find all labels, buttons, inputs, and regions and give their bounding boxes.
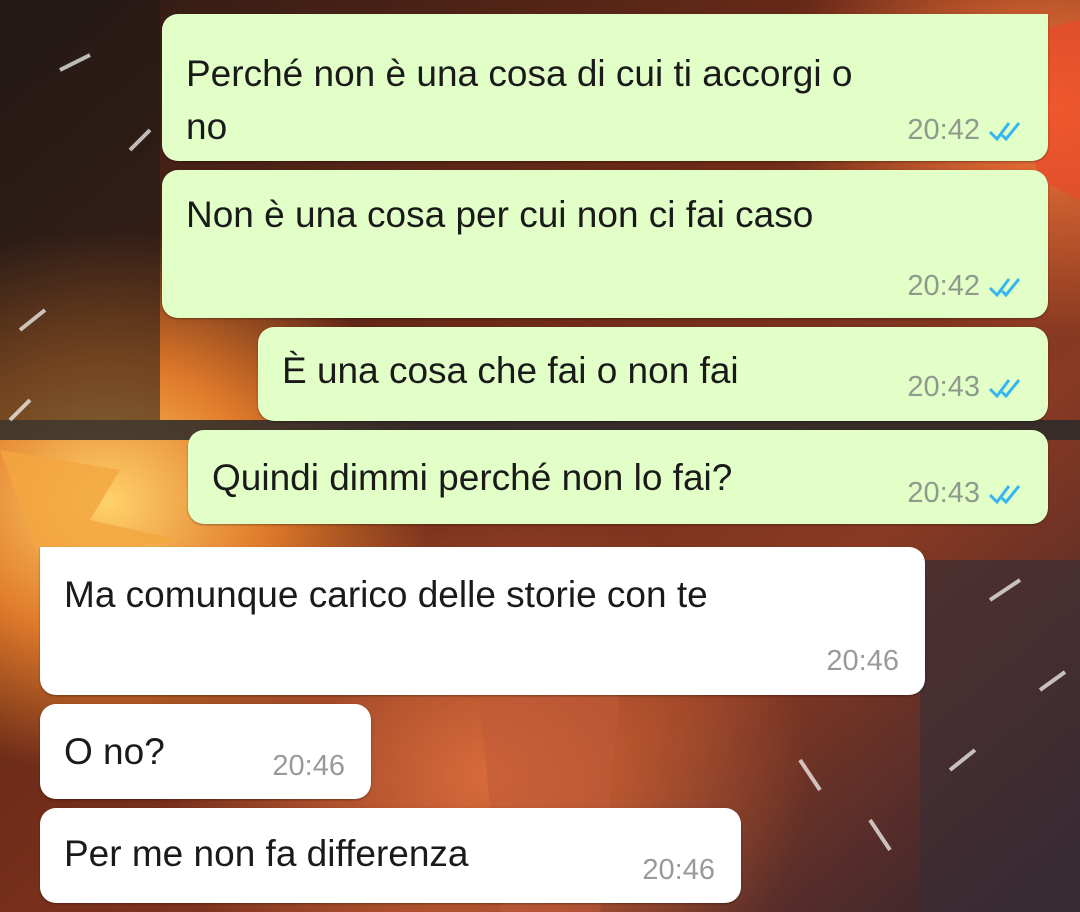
incoming-message-bubble[interactable]: Ma comunque carico delle storie con te 2… bbox=[40, 547, 925, 695]
message-meta: 20:46 bbox=[272, 750, 345, 783]
message-text-line: È una cosa che fai o non fai bbox=[282, 350, 739, 391]
read-double-check-icon bbox=[988, 377, 1022, 399]
message-text-line: Quindi dimmi perché non lo fai? bbox=[212, 457, 733, 498]
message-timestamp: 20:46 bbox=[826, 645, 899, 677]
message-text-line: Per me non fa differenza bbox=[64, 833, 469, 874]
message-text-line: O no? bbox=[64, 731, 165, 772]
incoming-message-bubble[interactable]: O no? 20:46 bbox=[40, 704, 371, 799]
read-double-check-icon bbox=[988, 483, 1022, 505]
message-meta: 20:42 bbox=[907, 270, 1022, 303]
outgoing-message-bubble[interactable]: Perché non è una cosa di cui ti accorgi … bbox=[162, 14, 1048, 161]
message-text-line: Perché non è una cosa di cui ti accorgi … bbox=[186, 53, 853, 94]
message-meta: 20:43 bbox=[907, 371, 1022, 404]
message-text-line: Non è una cosa per cui non ci fai caso bbox=[186, 194, 814, 235]
message-timestamp: 20:46 bbox=[642, 854, 715, 886]
message-timestamp: 20:42 bbox=[907, 270, 980, 302]
read-double-check-icon bbox=[988, 276, 1022, 298]
message-meta: 20:46 bbox=[642, 854, 715, 887]
incoming-message-bubble[interactable]: Per me non fa differenza 20:46 bbox=[40, 808, 741, 903]
message-timestamp: 20:43 bbox=[907, 477, 980, 509]
message-timestamp: 20:46 bbox=[272, 750, 345, 782]
read-double-check-icon bbox=[988, 120, 1022, 142]
message-meta: 20:46 bbox=[826, 645, 899, 678]
message-meta: 20:43 bbox=[907, 477, 1022, 510]
message-text-line: Ma comunque carico delle storie con te bbox=[64, 574, 708, 615]
message-timestamp: 20:42 bbox=[907, 114, 980, 146]
message-timestamp: 20:43 bbox=[907, 371, 980, 403]
outgoing-message-bubble[interactable]: Quindi dimmi perché non lo fai? 20:43 bbox=[188, 430, 1048, 524]
message-text-line: no bbox=[186, 106, 228, 147]
outgoing-message-bubble[interactable]: È una cosa che fai o non fai 20:43 bbox=[258, 327, 1048, 421]
outgoing-message-bubble[interactable]: Non è una cosa per cui non ci fai caso 2… bbox=[162, 170, 1048, 318]
message-meta: 20:42 bbox=[907, 114, 1022, 147]
